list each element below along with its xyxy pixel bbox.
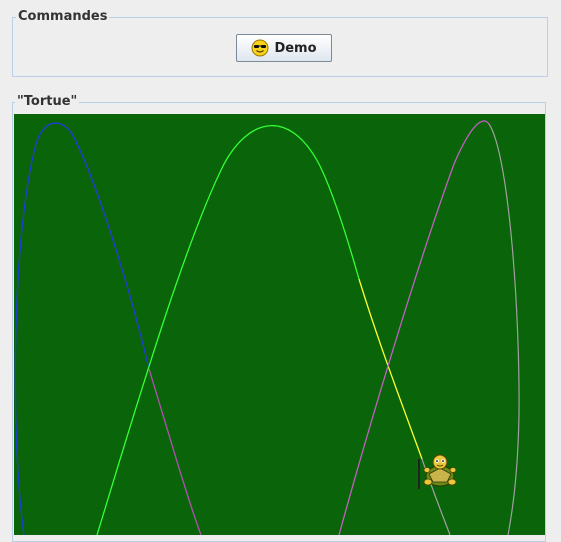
smiley-sunglasses-icon [251, 39, 269, 57]
demo-button[interactable]: Demo [236, 34, 332, 62]
curve-gray [488, 123, 520, 536]
commands-legend: Commandes [16, 9, 110, 24]
turtle-drawing [14, 120, 520, 536]
tortue-legend: "Tortue" [15, 94, 80, 109]
curve-magenta [338, 120, 490, 536]
turtle-canvas[interactable] [14, 114, 545, 536]
curve-green [96, 125, 360, 536]
demo-button-label: Demo [274, 40, 317, 56]
turtle-icon [423, 454, 457, 487]
curve-blue-magenta [148, 368, 202, 536]
curve-blue [14, 122, 150, 536]
